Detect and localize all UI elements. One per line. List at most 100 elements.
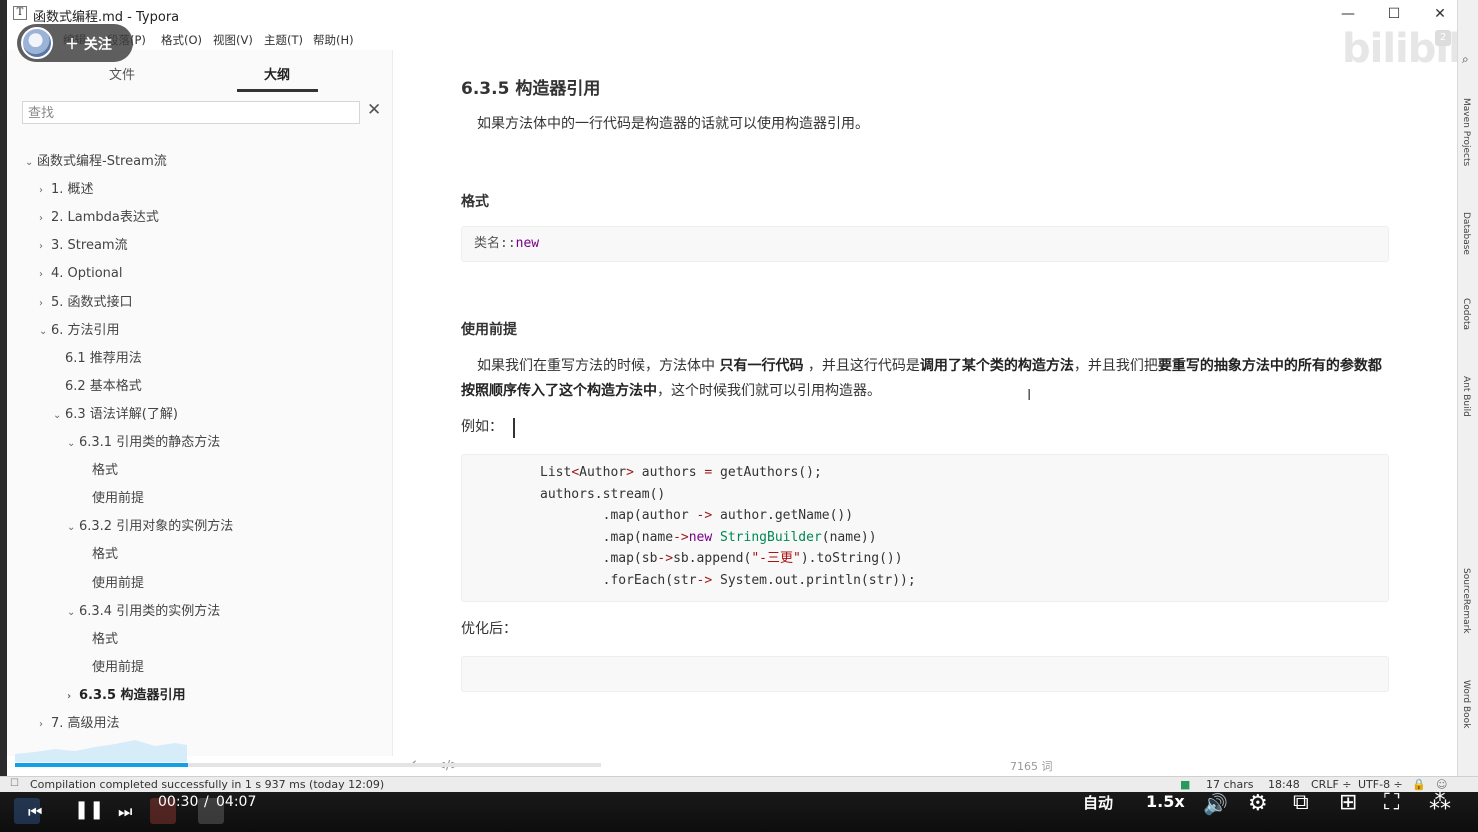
next-icon[interactable]: ⏭ [118, 802, 132, 822]
text-segment: 如果我们在重写方法的时候，方法体中 [477, 358, 720, 374]
chevron-down-icon[interactable]: ⌄ [39, 322, 51, 342]
example-code-block[interactable]: List<Author> authors = getAuthors(); auth… [461, 454, 1389, 602]
outline-item-label: 6.2 基本格式 [65, 378, 142, 394]
speed-button[interactable]: 1.5x [1146, 792, 1185, 811]
fullscreen-icon[interactable]: ⛶ [1384, 790, 1399, 815]
tool-ant-build[interactable]: Ant Build [1461, 376, 1471, 417]
chevron-right-icon[interactable]: › [39, 715, 51, 735]
outline-item[interactable]: 格式 [92, 630, 118, 650]
chevron-right-icon[interactable]: › [39, 237, 51, 257]
more-options-icon[interactable]: ⁂ [1429, 790, 1451, 815]
outline-item[interactable]: 使用前提 [92, 489, 144, 509]
premise-paragraph: 如果我们在重写方法的时候，方法体中 只有一行代码 ，并且这行代码是调用了某个类的… [461, 354, 1394, 404]
close-button[interactable]: ✕ [1425, 4, 1455, 24]
outline-item[interactable]: 格式 [92, 461, 118, 481]
pause-icon[interactable]: ❚❚ [74, 799, 104, 820]
outline-item[interactable]: › 3. Stream流 [39, 236, 128, 256]
menu-theme[interactable]: 主题(T) [264, 32, 303, 48]
current-time: 00:30 [158, 794, 199, 810]
outline-item-label: 使用前提 [92, 575, 145, 591]
outline-item[interactable]: ⌄ 6. 方法引用 [39, 321, 120, 341]
outline-item[interactable]: ⌄ 6.3 语法详解(了解) [53, 405, 178, 425]
outline-item[interactable]: 6.1 推荐用法 [65, 349, 142, 369]
tab-outline[interactable]: 大纲 [264, 64, 290, 83]
outline-item[interactable]: ⌄ 6.3.4 引用类的实例方法 [67, 602, 220, 622]
outline-item-label: 5. 函数式接口 [51, 294, 133, 310]
outline-search-input[interactable] [23, 103, 359, 124]
outline-item[interactable]: › 5. 函数式接口 [39, 293, 133, 313]
outline-item-label: 格式 [92, 631, 119, 647]
ide-status-bar: ☐ Compilation completed successfully in … [0, 776, 1478, 792]
outline-sidebar: 文件 大纲 ✕ ⌄函数式编程-Stream流›1. 概述›2. Lambda表达… [7, 50, 393, 756]
chevron-right-icon[interactable]: › [39, 209, 51, 229]
outline-item[interactable]: › 1. 概述 [39, 180, 94, 200]
clear-search-icon[interactable]: ✕ [367, 100, 381, 120]
chevron-down-icon[interactable]: ⌄ [53, 406, 65, 426]
tool-word-book[interactable]: Word Book [1461, 680, 1471, 728]
tool-source-remark[interactable]: SourceRemark [1461, 568, 1471, 634]
web-fullscreen-icon[interactable]: ⊞ [1339, 790, 1357, 815]
picture-in-picture-icon[interactable]: ⧉ [1293, 790, 1309, 815]
outline-item[interactable]: › 2. Lambda表达式 [39, 208, 159, 228]
chevron-down-icon[interactable]: ⌄ [67, 603, 79, 623]
quality-button[interactable]: 自动 [1083, 792, 1113, 813]
playback-thumbnail-icon [15, 740, 187, 762]
outline-item[interactable]: 使用前提 [92, 574, 144, 594]
tool-database[interactable]: Database [1461, 212, 1471, 255]
i-beam-cursor-icon: I [1027, 386, 1032, 404]
optimized-code-block[interactable] [461, 656, 1389, 692]
lock-icon[interactable]: 🔒 [1412, 778, 1426, 791]
code-line: authors.stream() [540, 486, 666, 502]
chevron-right-icon[interactable]: › [39, 294, 51, 314]
tab-files[interactable]: 文件 [109, 64, 135, 83]
outline-item[interactable]: › 6.3.5 构造器引用 [67, 686, 186, 706]
tool-maven-projects[interactable]: Maven Projects [1461, 98, 1471, 166]
typora-app-icon: T [13, 6, 27, 20]
menu-view[interactable]: 视图(V) [213, 32, 253, 48]
chevron-down-icon[interactable]: ⌄ [67, 518, 79, 538]
volume-icon[interactable]: 🔊 [1203, 792, 1228, 816]
ide-tool-strip: ⌕ Maven Projects Database Codota Ant Bui… [1457, 0, 1478, 776]
outline-item[interactable]: 格式 [92, 545, 118, 565]
follow-button[interactable]: ＋ 关注 [65, 34, 112, 54]
uploader-avatar[interactable] [21, 27, 53, 59]
word-count[interactable]: 7165 词 [1010, 758, 1053, 774]
video-player-bar: ⏮ ❚❚ ⏭ 00:30 / 04:07 自动 1.5x 🔊 ⚙ ⧉ ⊞ ⛶ ⁂ [0, 790, 1478, 832]
outline-item[interactable]: 使用前提 [92, 658, 144, 678]
outline-item-label: 使用前提 [92, 659, 145, 675]
maximize-button[interactable]: ☐ [1379, 4, 1409, 24]
compilation-message[interactable]: Compilation completed successfully in 1 … [30, 778, 384, 791]
window-title: 函数式编程.md - Typora [33, 10, 180, 25]
search-icon[interactable]: ⌕ [1462, 52, 1469, 67]
tool-codota[interactable]: Codota [1461, 298, 1471, 330]
intro-paragraph: 如果方法体中的一行代码是构造器的话就可以使用构造器引用。 [477, 116, 869, 132]
chevron-down-icon[interactable]: ⌄ [67, 434, 79, 454]
outline-item[interactable]: ⌄ 函数式编程-Stream流 [25, 152, 167, 172]
outline-item-label: 3. Stream流 [51, 238, 128, 254]
premise-heading: 使用前提 [461, 322, 517, 338]
chevron-down-icon[interactable]: ⌄ [25, 153, 37, 173]
outline-item-label: 6.3.5 构造器引用 [79, 687, 186, 703]
previous-icon[interactable]: ⏮ [28, 802, 42, 822]
outline-item[interactable]: ⌄ 6.3.2 引用对象的实例方法 [67, 517, 233, 537]
follow-pill[interactable]: ＋ 关注 [17, 24, 133, 62]
outline-item-label: 1. 概述 [51, 182, 94, 198]
outline-item[interactable]: ⌄ 6.3.1 引用类的静态方法 [67, 433, 220, 453]
code-line: .map(name->new StringBuilder(name)) [540, 529, 877, 545]
outline-item[interactable]: › 4. Optional [39, 264, 123, 284]
outline-item[interactable]: › 7. 高级用法 [39, 714, 120, 734]
menu-help[interactable]: 帮助(H) [313, 32, 354, 48]
menu-format[interactable]: 格式(O) [161, 32, 202, 48]
chevron-right-icon[interactable]: › [67, 687, 79, 707]
bilibili-watermark-logo: bilibili [1342, 26, 1475, 72]
video-progress-fill[interactable] [15, 763, 188, 767]
outline-item[interactable]: 6.2 基本格式 [65, 377, 142, 397]
chevron-right-icon[interactable]: › [39, 181, 51, 201]
settings-gear-icon[interactable]: ⚙ [1248, 791, 1268, 816]
minimize-button[interactable]: — [1333, 4, 1363, 24]
chevron-right-icon[interactable]: › [39, 265, 51, 285]
editor-area[interactable]: 6.3.5 构造器引用 如果方法体中的一行代码是构造器的话就可以使用构造器引用。… [394, 50, 1464, 772]
format-code-line: 类名::new [474, 236, 540, 251]
badge-icon: 2 [1435, 30, 1451, 46]
format-code-block[interactable]: 类名::new [461, 226, 1389, 262]
